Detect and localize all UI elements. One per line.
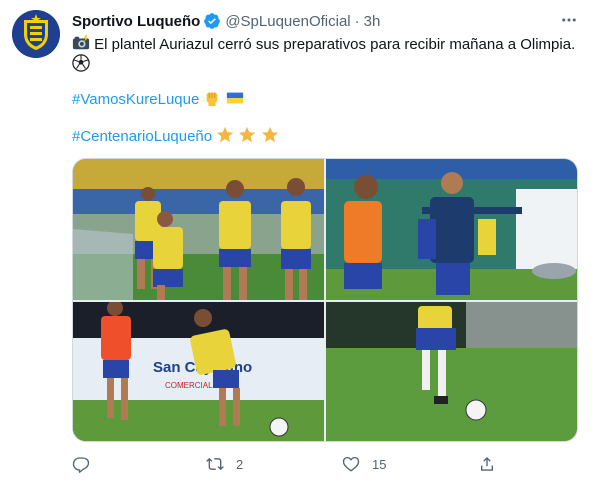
- separator-dot: ·: [354, 12, 360, 30]
- user-handle[interactable]: @SpLuquenOficial: [225, 13, 350, 30]
- display-name[interactable]: Sportivo Luqueño: [72, 13, 200, 30]
- tweet-text-line-1: El plantel Auriazul cerró sus preparativ…: [72, 34, 582, 55]
- raised-fist-icon: [207, 92, 218, 107]
- retweet-count: 2: [236, 456, 244, 472]
- retweet-button[interactable]: 2: [206, 452, 243, 476]
- hashtag-vamoskureluque[interactable]: #VamosKureLuque: [72, 91, 199, 108]
- hashtag-centenarioluqueno[interactable]: #CentenarioLuqueño: [72, 128, 212, 145]
- media-grid: San Cayetano COMERCIAL: [72, 158, 578, 442]
- more-options-icon[interactable]: [560, 11, 578, 29]
- soccer-ball-icon: [72, 54, 90, 72]
- club-crest-icon: [12, 10, 60, 58]
- tweet-body: El plantel Auriazul cerró sus preparativ…: [94, 36, 576, 53]
- tweet-text-line-4: #CentenarioLuqueño: [72, 126, 582, 147]
- avatar[interactable]: [12, 10, 60, 58]
- retweet-icon: [206, 457, 224, 471]
- share-icon: [481, 456, 493, 471]
- training-photo-3[interactable]: San Cayetano COMERCIAL: [73, 302, 324, 441]
- training-photo-4[interactable]: [326, 302, 577, 441]
- reply-button[interactable]: [72, 452, 102, 476]
- tweet-text-line-3: #VamosKureLuque: [72, 89, 582, 110]
- star-icon: [239, 126, 256, 143]
- banner-sub: COMERCIAL: [165, 381, 213, 390]
- camera-flash-icon: [72, 34, 90, 50]
- like-button[interactable]: 15: [342, 452, 386, 476]
- star-icon: [261, 126, 278, 143]
- verified-badge-icon: [204, 13, 221, 29]
- timestamp[interactable]: 3h: [364, 13, 381, 30]
- tweet-header: Sportivo Luqueño @SpLuquenOficial · 3h: [72, 11, 380, 31]
- training-photo-1[interactable]: [73, 159, 324, 300]
- reply-icon: [72, 457, 90, 473]
- tweet-card[interactable]: Sportivo Luqueño @SpLuquenOficial · 3h E…: [0, 0, 594, 488]
- share-button[interactable]: [478, 452, 508, 476]
- star-icon: [217, 126, 234, 143]
- ukraine-flag-icon: [226, 92, 243, 104]
- like-count: 15: [372, 456, 387, 472]
- training-photo-2[interactable]: [326, 159, 577, 300]
- tweet-text-line-2: [72, 54, 582, 75]
- tweet-actions: 2 15: [72, 452, 502, 476]
- heart-icon: [342, 456, 360, 472]
